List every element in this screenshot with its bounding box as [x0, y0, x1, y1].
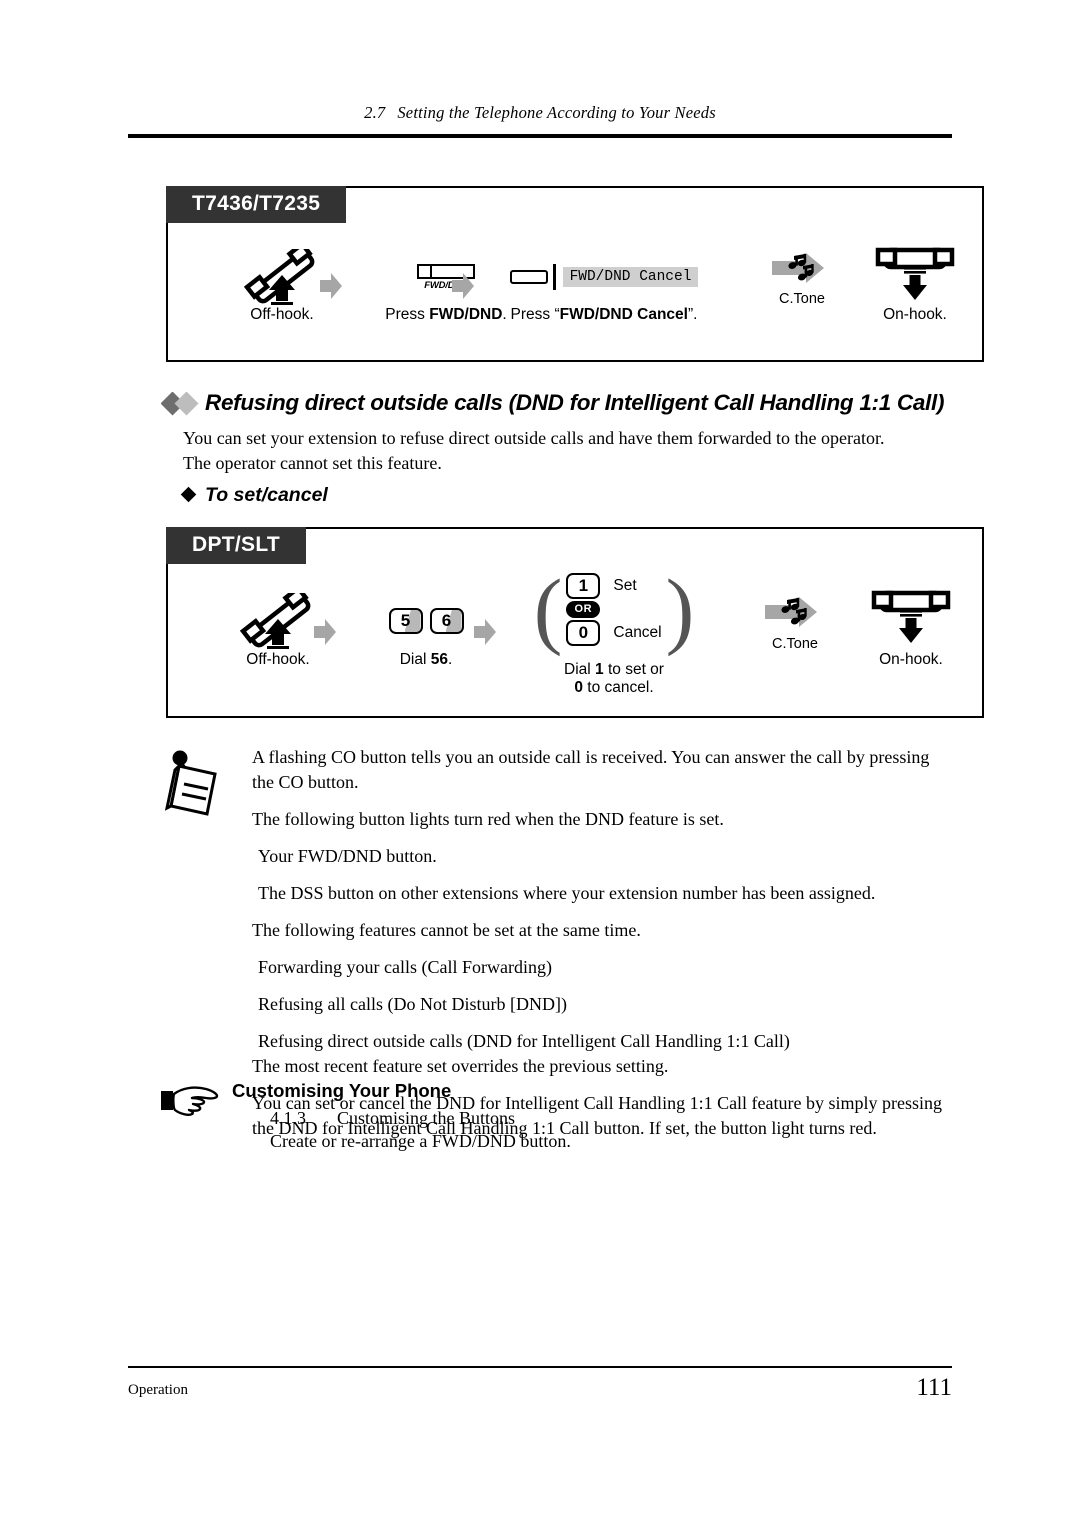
- step-caption-line2: 0 to cancel.: [504, 679, 724, 697]
- customising-description: Create or re-arrange a FWD/DND button.: [270, 1131, 571, 1151]
- step-caption: Dial 56.: [340, 651, 512, 669]
- dial-key: 5: [388, 608, 423, 634]
- or-badge: OR: [566, 600, 601, 618]
- note-item: Refusing all calls (Do Not Disturb [DND]…: [258, 994, 567, 1014]
- subheading-diamond-icon: [180, 486, 197, 503]
- dial-key: 6: [429, 608, 464, 634]
- step-on-hook: On-hook.: [836, 587, 986, 669]
- reference-title: Customising the Buttons: [337, 1108, 516, 1128]
- dial-keys-icon: 5 6: [388, 608, 464, 634]
- customising-title: Customising Your Phone: [232, 1080, 452, 1101]
- caption-bold: 1: [595, 661, 604, 678]
- subheading-label: To set/cancel: [205, 484, 328, 506]
- dial-key-label: 6: [441, 611, 452, 630]
- feature-bullet-diamonds-icon: [160, 391, 207, 416]
- dial-key-cancel: 0: [566, 619, 601, 646]
- dial-key-label: 5: [400, 611, 411, 630]
- caption-suffix: .: [447, 651, 453, 668]
- note-item: A flashing CO button tells you an outsid…: [252, 747, 930, 792]
- note-item: Refusing direct outside calls (DND for I…: [258, 1031, 790, 1051]
- confirmation-tone-icon: [772, 253, 824, 283]
- feature-title: Refusing direct outside calls (DND for I…: [205, 390, 945, 415]
- handset-offhook-icon: [240, 593, 311, 649]
- step-caption: Press “FWD/DND Cancel”.: [474, 306, 734, 324]
- feature-description-line1: You can set your extension to refuse dir…: [183, 428, 885, 448]
- caption-prefix: Press: [385, 306, 430, 323]
- feature-description-line2: The operator cannot set this feature.: [183, 453, 442, 473]
- lcd-display-text: FWD/DND Cancel: [562, 267, 699, 287]
- softkey-lcd-icon: FWD/DND Cancel: [509, 264, 699, 290]
- running-head-title: Setting the Telephone According to Your …: [397, 103, 716, 122]
- step-caption: On-hook.: [883, 306, 947, 323]
- caption-suffix: to set or: [603, 661, 664, 678]
- pointing-hand-icon: [160, 1083, 222, 1117]
- step-caption: Off-hook.: [246, 651, 310, 668]
- flow-arrow-icon: [314, 619, 336, 645]
- customising-reference: 4.1.3 Customising the Buttons: [270, 1108, 515, 1129]
- running-head: 2.7 Setting the Telephone According to Yo…: [0, 103, 1080, 123]
- bracket-left-icon: (: [533, 560, 563, 657]
- step-set-or-cancel: ( 1 Set OR 0 Cancel) Dial 1 to set or 0…: [504, 559, 724, 697]
- procedure-box-t7436: T7436/T7235 Off-hook. FWD/DND Press FWD/…: [166, 186, 984, 362]
- flow-arrow-icon: [452, 273, 474, 299]
- dial-key-set: 1: [566, 572, 601, 599]
- dial-key-label: 1: [578, 575, 589, 595]
- feature-subheading: To set/cancel: [180, 484, 328, 507]
- procedure-steps: Off-hook. FWD/DND Press FWD/DND. FWD/DND…: [168, 188, 982, 360]
- bracket-right-icon: ): [665, 560, 695, 657]
- procedure-box-dpt-slt: DPT/SLT Off-hook. 5 6 Dial 56. (1 Set O…: [166, 527, 984, 718]
- step-press-fwd-dnd-cancel: FWD/DND Cancel Press “FWD/DND Cancel”.: [474, 248, 734, 324]
- dial-key-label: 0: [578, 622, 589, 642]
- page-number: 111: [916, 1374, 952, 1401]
- caption-bold: 0: [574, 679, 583, 696]
- caption-bold: 56: [430, 651, 448, 668]
- header-rule: [128, 134, 952, 138]
- note-item: The most recent feature set overrides th…: [252, 1056, 669, 1076]
- step-caption: Off-hook.: [250, 306, 314, 323]
- set-label: Set: [613, 576, 637, 594]
- document-page: 2.7 Setting the Telephone According to Yo…: [0, 0, 1080, 1528]
- lcd-divider: [552, 264, 556, 290]
- note-pad-icon: [163, 748, 225, 818]
- flow-arrow-icon: [474, 619, 496, 645]
- handset-offhook-icon: [244, 249, 315, 305]
- handset-onhook-icon: [875, 247, 955, 300]
- footer-rule: [128, 1366, 952, 1368]
- step-caption: On-hook.: [879, 651, 943, 668]
- procedure-steps: Off-hook. 5 6 Dial 56. (1 Set OR 0 Canc…: [168, 529, 982, 716]
- caption-suffix: ”.: [687, 306, 698, 323]
- soft-key-icon: [509, 270, 548, 284]
- note-item: Your FWD/DND button.: [258, 846, 437, 866]
- caption-prefix: Press “: [510, 306, 560, 323]
- note-item: The following button lights turn red whe…: [252, 809, 724, 829]
- reference-number: 4.1.3: [270, 1108, 306, 1128]
- note-item: The DSS button on other extensions where…: [258, 883, 876, 903]
- step-on-hook: On-hook.: [840, 244, 990, 324]
- caption-prefix: Dial: [399, 651, 431, 668]
- set-cancel-choice-icon: ( 1 Set OR 0 Cancel): [504, 559, 724, 659]
- caption-bold: FWD/DND Cancel: [559, 306, 688, 323]
- caption-suffix: to cancel.: [582, 679, 654, 696]
- running-head-section-number: 2.7: [364, 103, 386, 122]
- handset-onhook-icon: [871, 590, 951, 643]
- flow-arrow-icon: [320, 273, 342, 299]
- cancel-label: Cancel: [613, 623, 662, 641]
- feature-description: You can set your extension to refuse dir…: [183, 426, 973, 476]
- step-caption-line1: Dial 1 to set or: [504, 661, 724, 679]
- footer-label: Operation: [128, 1382, 188, 1398]
- confirmation-tone-icon: [765, 597, 817, 627]
- caption-prefix: Dial: [564, 661, 596, 678]
- note-item: The following features cannot be set at …: [252, 920, 641, 940]
- note-item: Forwarding your calls (Call Forwarding): [258, 957, 552, 977]
